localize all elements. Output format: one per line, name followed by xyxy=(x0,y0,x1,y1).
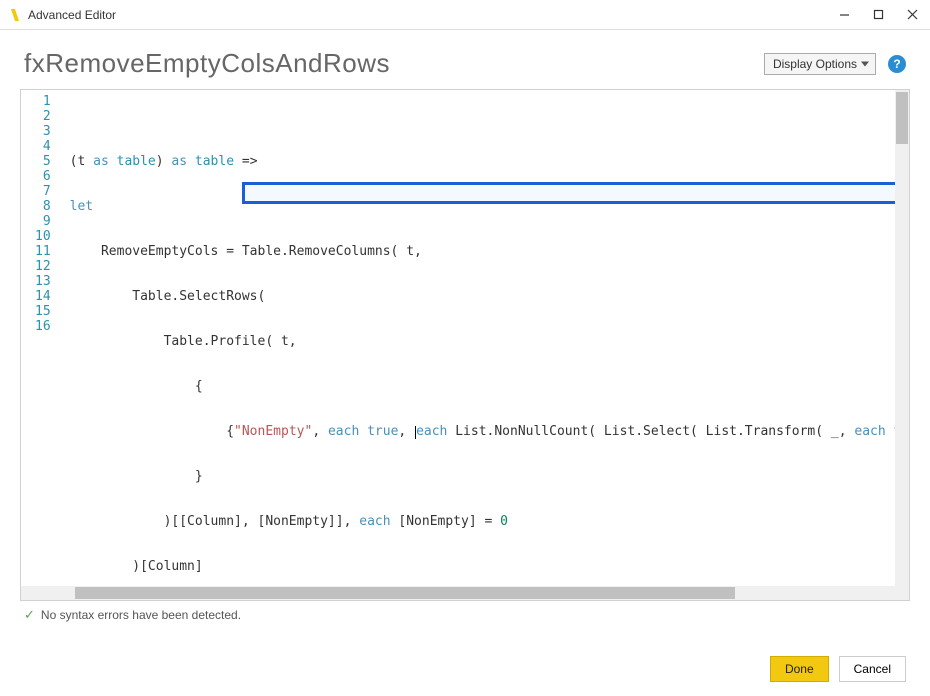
line-number: 3 xyxy=(35,124,51,139)
line-number: 13 xyxy=(35,274,51,289)
window-title: Advanced Editor xyxy=(28,8,838,22)
cancel-button[interactable]: Cancel xyxy=(839,656,906,682)
horizontal-scrollbar-thumb[interactable] xyxy=(75,587,735,599)
status-message: No syntax errors have been detected. xyxy=(41,608,241,622)
function-name: fxRemoveEmptyColsAndRows xyxy=(24,48,764,79)
vertical-scrollbar-thumb[interactable] xyxy=(896,92,908,144)
line-number: 1 xyxy=(35,94,51,109)
check-icon: ✓ xyxy=(24,607,35,623)
code-editor[interactable]: 12345678910111213141516 (t as table) as … xyxy=(20,89,910,601)
vertical-scrollbar[interactable] xyxy=(895,90,909,600)
power-query-logo-icon xyxy=(8,8,22,22)
window-controls xyxy=(838,9,918,21)
line-number: 14 xyxy=(35,289,51,304)
line-number: 15 xyxy=(35,304,51,319)
status-bar: ✓ No syntax errors have been detected. xyxy=(0,601,930,623)
line-number: 16 xyxy=(35,319,51,334)
line-number: 4 xyxy=(35,139,51,154)
line-number: 10 xyxy=(35,229,51,244)
help-icon[interactable]: ? xyxy=(888,55,906,73)
horizontal-scrollbar[interactable] xyxy=(21,586,895,600)
header: fxRemoveEmptyColsAndRows Display Options… xyxy=(0,30,930,89)
line-number: 9 xyxy=(35,214,51,229)
close-icon[interactable] xyxy=(906,9,918,21)
line-number: 11 xyxy=(35,244,51,259)
line-number-gutter: 12345678910111213141516 xyxy=(21,90,58,586)
dialog-buttons: Done Cancel xyxy=(770,656,906,682)
code-content[interactable]: (t as table) as table => let RemoveEmpty… xyxy=(58,90,909,586)
maximize-icon[interactable] xyxy=(872,9,884,21)
line-number: 6 xyxy=(35,169,51,184)
line-number: 8 xyxy=(35,199,51,214)
title-bar: Advanced Editor xyxy=(0,0,930,30)
minimize-icon[interactable] xyxy=(838,9,850,21)
done-button[interactable]: Done xyxy=(770,656,829,682)
line-number: 2 xyxy=(35,109,51,124)
line-number: 12 xyxy=(35,259,51,274)
display-options-label: Display Options xyxy=(773,57,857,71)
display-options-dropdown[interactable]: Display Options xyxy=(764,53,876,75)
line-number: 5 xyxy=(35,154,51,169)
line-number: 7 xyxy=(35,184,51,199)
